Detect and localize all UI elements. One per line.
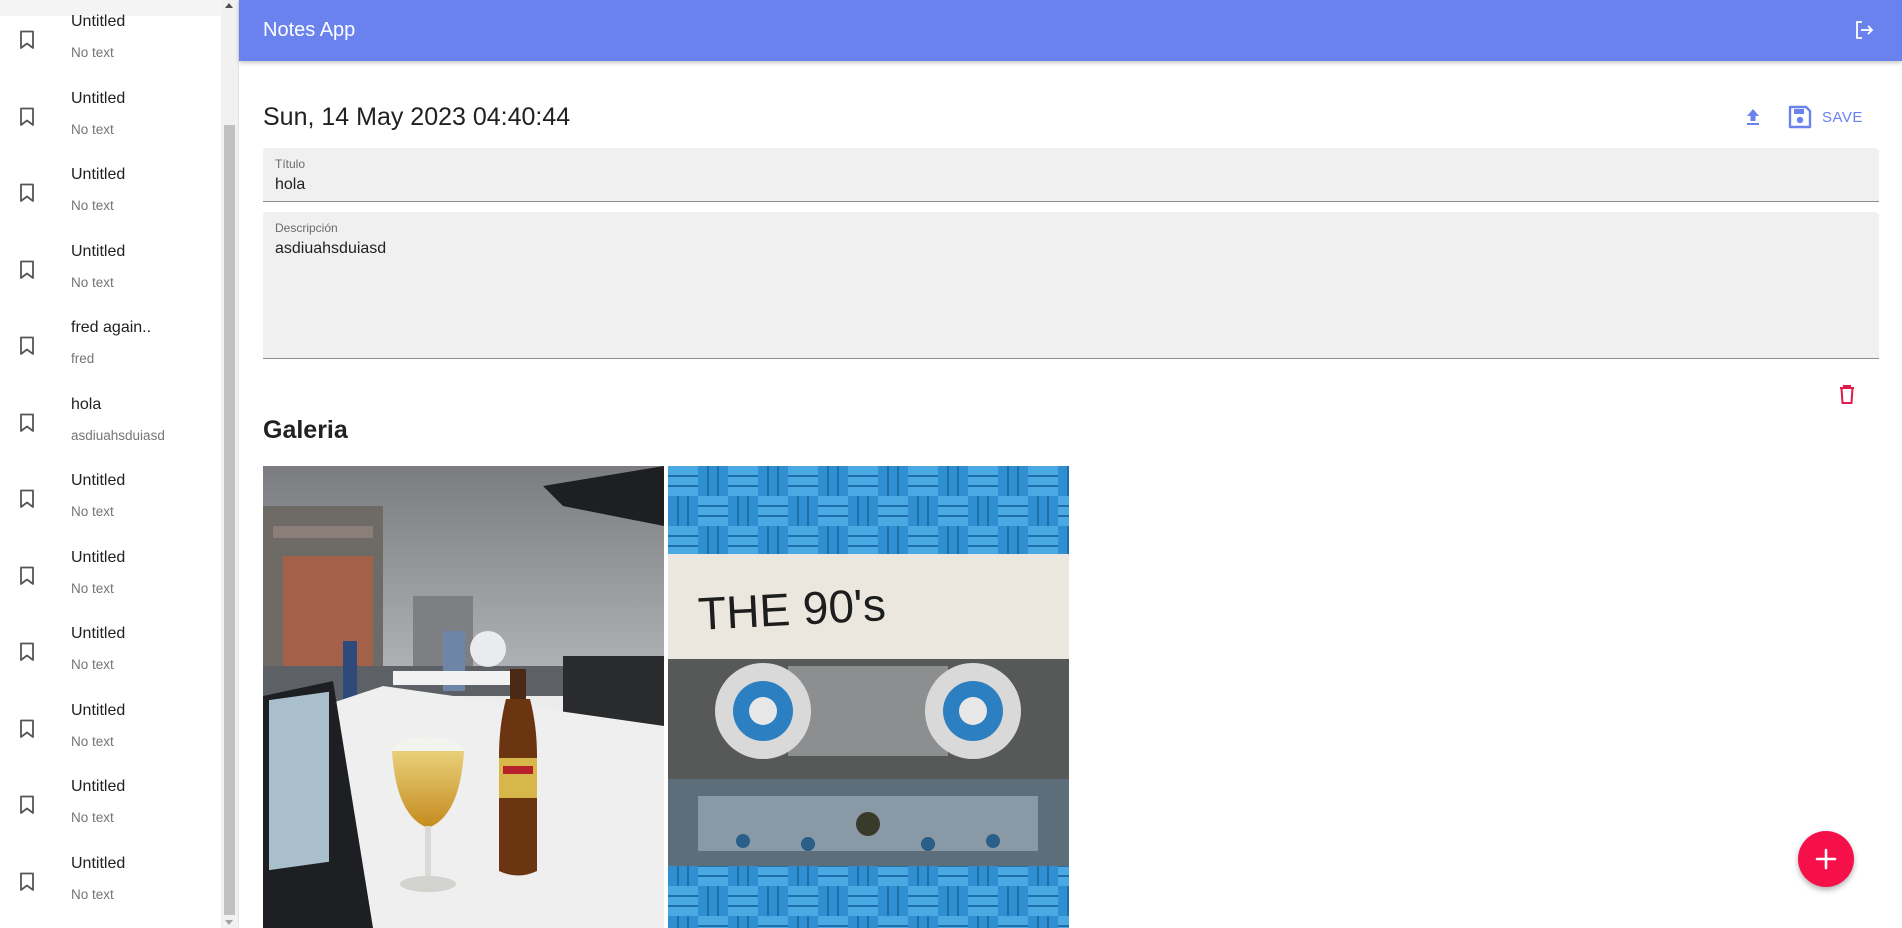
note-title: Untitled	[71, 89, 126, 107]
title-field-label: Título	[275, 157, 306, 171]
bookmark-outline-icon	[20, 642, 34, 661]
save-button[interactable]: SAVE	[1779, 99, 1879, 135]
bookmark-outline-icon	[20, 719, 34, 738]
note-title: Untitled	[71, 13, 126, 30]
note-preview: No text	[71, 886, 114, 902]
image-gallery: THE 90's	[263, 466, 1071, 928]
bookmark-outline-icon	[20, 107, 34, 126]
app-title: Notes App	[263, 19, 356, 41]
note-list-item[interactable]: Untitled No text	[0, 154, 221, 230]
rooftop-photo	[263, 466, 664, 928]
note-preview: No text	[71, 733, 114, 749]
note-list-item[interactable]: Untitled No text	[0, 690, 221, 766]
note-title: Untitled	[71, 472, 126, 489]
note-preview: fred	[71, 351, 95, 366]
sidebar-scrollbar[interactable]	[221, 0, 238, 928]
bookmark-outline-icon	[20, 336, 34, 355]
bookmark-outline-icon	[20, 872, 34, 891]
bookmark-outline-icon	[20, 413, 34, 432]
add-note-button[interactable]	[1798, 831, 1854, 887]
note-title: Untitled	[71, 701, 126, 719]
note-preview: No text	[71, 580, 114, 596]
note-editor: Sun, 14 May 2023 04:40:44 SAVE Título ho…	[239, 61, 1902, 928]
title-field[interactable]: Título hola	[263, 148, 1879, 202]
note-list-item[interactable]: Untitled No text	[0, 843, 221, 919]
note-preview: No text	[71, 810, 114, 825]
cassette-photo: THE 90's	[668, 466, 1069, 928]
note-preview: asdiuahsduiasd	[71, 427, 165, 443]
bookmark-outline-icon	[20, 795, 34, 814]
bookmark-outline-icon	[20, 183, 34, 202]
description-field[interactable]: Descripción asdiuahsduiasd	[263, 212, 1879, 359]
logout-icon[interactable]	[1852, 18, 1876, 42]
gallery-image-rooftop[interactable]	[263, 466, 664, 928]
note-preview: No text	[71, 504, 114, 519]
save-button-label: SAVE	[1822, 108, 1863, 126]
bookmark-outline-icon	[20, 489, 34, 508]
note-preview: No text	[71, 274, 114, 290]
floppy-disk-icon	[1788, 105, 1812, 129]
note-title: Untitled	[71, 166, 126, 183]
note-title: hola	[71, 395, 102, 413]
note-list: Untitled No text Untitled No text Untitl…	[0, 0, 221, 928]
note-preview: No text	[71, 121, 114, 137]
note-title: Untitled	[71, 854, 126, 872]
bookmark-outline-icon	[20, 566, 34, 585]
note-list-item[interactable]: Untitled No text	[0, 231, 221, 307]
note-title: Untitled	[71, 548, 126, 566]
note-list-item[interactable]: fred again.. fred	[0, 307, 221, 383]
note-list-item[interactable]: Untitled No text	[0, 613, 221, 689]
note-title: Untitled	[71, 625, 126, 642]
trash-icon[interactable]	[1835, 382, 1859, 406]
note-list-item[interactable]: Untitled No text	[0, 1, 221, 77]
cassette-label-text: THE 90's	[697, 578, 887, 640]
plus-icon	[1815, 848, 1837, 870]
gallery-image-cassette[interactable]: THE 90's	[668, 466, 1069, 928]
upload-icon[interactable]	[1739, 103, 1767, 131]
notes-sidebar: Untitled No text Untitled No text Untitl…	[0, 0, 239, 928]
note-preview: No text	[71, 657, 114, 672]
note-title: Untitled	[71, 778, 126, 795]
title-field-value[interactable]: hola	[275, 176, 305, 194]
note-preview: No text	[71, 198, 114, 213]
description-field-value[interactable]: asdiuahsduiasd	[275, 240, 386, 258]
scrollbar-thumb[interactable]	[224, 125, 235, 915]
scroll-down-arrow-icon[interactable]	[225, 920, 233, 925]
gallery-title: Galeria	[263, 416, 348, 444]
bookmark-outline-icon	[20, 260, 34, 279]
note-list-item[interactable]: Untitled No text	[0, 460, 221, 536]
description-field-label: Descripción	[275, 221, 338, 235]
bookmark-outline-icon	[20, 30, 34, 49]
note-title: fred again..	[71, 319, 152, 336]
note-list-item[interactable]: Untitled No text	[0, 78, 221, 154]
note-title: Untitled	[71, 242, 126, 260]
note-list-item[interactable]: Untitled No text	[0, 537, 221, 613]
note-date: Sun, 14 May 2023 04:40:44	[263, 103, 571, 131]
app-bar: Notes App	[239, 0, 1902, 61]
note-list-item[interactable]: hola asdiuahsduiasd	[0, 384, 221, 460]
scroll-up-arrow-icon[interactable]	[225, 3, 233, 8]
note-preview: No text	[71, 45, 114, 60]
note-list-item[interactable]: Untitled No text	[0, 766, 221, 842]
